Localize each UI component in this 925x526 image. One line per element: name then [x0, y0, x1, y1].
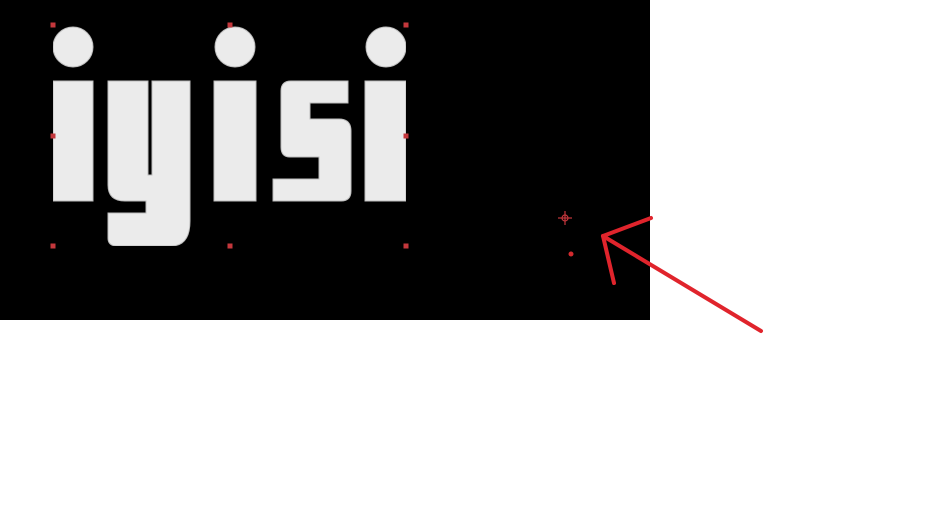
dot-icon[interactable] [568, 251, 574, 257]
arrow-icon [601, 216, 763, 333]
overlay-layer [558, 211, 763, 333]
crosshair-icon[interactable] [558, 211, 572, 225]
